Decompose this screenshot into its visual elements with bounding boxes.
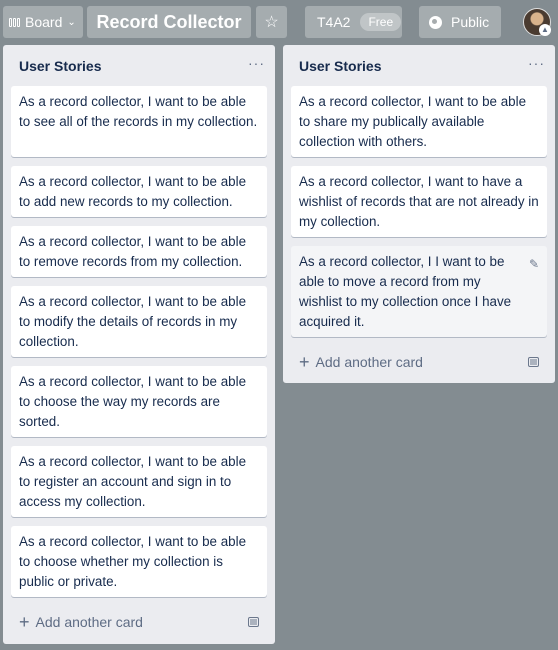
visibility-label: Public [451,14,490,30]
list-menu-icon[interactable]: ··· [528,55,545,71]
team-button[interactable]: T4A2 Free [305,6,402,38]
card-template-icon[interactable] [528,357,539,367]
plan-badge: Free [360,13,402,31]
add-card-button[interactable]: + Add another card [19,612,143,633]
admin-badge-icon: ▲ [539,24,551,36]
add-card-button[interactable]: + Add another card [299,352,423,373]
plus-icon: + [19,612,30,632]
globe-icon [429,15,442,29]
card-hovered[interactable]: As a record collector, I I want to be ab… [291,246,547,337]
board-title[interactable]: Record Collector [87,6,251,38]
list-user-stories-1: User Stories ··· As a record collector, … [3,45,275,644]
pencil-icon[interactable]: ✎ [529,254,539,274]
star-icon[interactable]: ☆ [256,6,287,38]
list-title[interactable]: User Stories [19,58,265,78]
card[interactable]: As a record collector, I want to have a … [291,166,547,237]
list-menu-icon[interactable]: ··· [248,55,265,71]
card[interactable]: As a record collector, I want to be able… [11,86,267,157]
card[interactable]: As a record collector, I want to be able… [11,286,267,357]
card-text: As a record collector, I I want to be ab… [299,254,512,329]
list-user-stories-2: User Stories ··· As a record collector, … [283,45,555,383]
card[interactable]: As a record collector, I want to be able… [11,226,267,277]
plus-icon: + [299,352,310,372]
board-view-label: Board [25,14,63,30]
add-card-label: Add another card [35,614,143,630]
card[interactable]: As a record collector, I want to be able… [11,526,267,597]
add-card-label: Add another card [315,354,423,370]
visibility-button[interactable]: Public [419,6,501,38]
card-template-icon[interactable] [248,617,259,627]
team-name: T4A2 [317,14,351,30]
board-view-switcher[interactable]: Board ⌄ [3,6,83,38]
board-header: Board ⌄ Record Collector ☆ T4A2 Free Pub… [0,0,558,44]
card[interactable]: As a record collector, I want to be able… [11,166,267,217]
card[interactable]: As a record collector, I want to be able… [11,446,267,517]
chevron-down-icon: ⌄ [67,16,76,28]
list-title[interactable]: User Stories [299,58,545,78]
card[interactable]: As a record collector, I want to be able… [291,86,547,157]
card[interactable]: As a record collector, I want to be able… [11,366,267,437]
board-icon [9,17,20,27]
